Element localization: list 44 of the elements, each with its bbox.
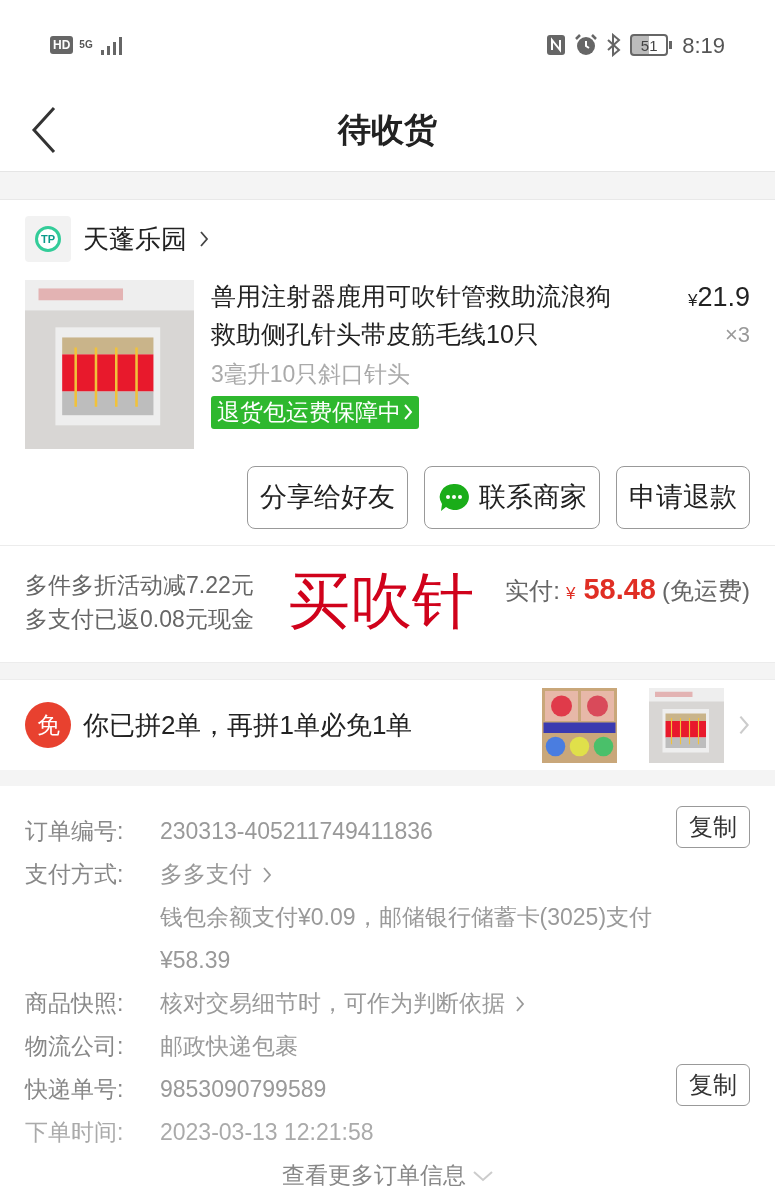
network-type: 5G (79, 40, 93, 50)
info-label: 商品快照: (25, 989, 125, 1018)
paid-label: 实付: (505, 576, 560, 606)
contact-seller-button[interactable]: 联系商家 (424, 466, 600, 529)
alarm-icon (574, 33, 599, 57)
annotation-text: 买吹针 (288, 566, 474, 636)
clock-time: 8:19 (682, 31, 725, 60)
paid-amount: ¥ 58.48 (565, 572, 656, 607)
unit-price: ¥21.9 (687, 281, 750, 314)
quantity: ×3 (723, 321, 750, 349)
nfc-icon (546, 34, 567, 56)
bluetooth-icon (606, 33, 623, 57)
chevron-right-icon (262, 865, 272, 884)
info-label: 订单编号: (25, 817, 125, 846)
info-value: 邮政快递包裹 (160, 1032, 298, 1061)
shipping-note: (免运费) (662, 576, 750, 606)
info-value: 2023-03-13 12:21:58 (160, 1118, 374, 1147)
group-buy-text[interactable]: 你已拼2单，再拼1单必免1单 (83, 705, 530, 745)
payment-detail: 钱包余额支付¥0.09，邮储银行储蓄卡(3025)支付 (160, 903, 654, 932)
copy-button[interactable]: 复制 (676, 806, 750, 848)
page-title: 待收货 (338, 109, 437, 150)
info-value: 9853090799589 (160, 1075, 327, 1104)
discount-note: 多件多折活动减7.22元 (25, 571, 254, 600)
info-label: 物流公司: (25, 1032, 125, 1061)
product-title[interactable]: 兽用注射器鹿用可吹针管救助流浪狗救助侧孔针头带皮筋毛线10只 (211, 277, 623, 353)
action-button[interactable]: 分享给好友 (247, 466, 408, 529)
chevron-right-icon (515, 994, 525, 1013)
free-order-badge: 免 (25, 702, 71, 748)
more-info-link[interactable]: 查看更多订单信息 (281, 1154, 466, 1197)
info-value: 230313-405211749411836 (160, 817, 433, 846)
shop-name[interactable]: 天蓬乐园 (83, 219, 187, 259)
product-spec: 3毫升10只斜口针头 (211, 360, 412, 389)
chevron-right-icon (738, 713, 750, 737)
info-label: 支付方式: (25, 860, 125, 889)
chevron-down-icon (471, 1169, 494, 1182)
info-label: 快递单号: (25, 1075, 125, 1104)
chevron-right-icon (199, 230, 209, 248)
discount-note: 多支付已返0.08元现金 (25, 605, 254, 634)
action-button[interactable]: 申请退款 (616, 466, 750, 529)
info-label: 下单时间: (25, 1118, 125, 1147)
payment-detail: ¥58.39 (160, 946, 232, 975)
copy-button[interactable]: 复制 (676, 1064, 750, 1106)
shop-logo: TP (25, 216, 71, 262)
hd-indicator: HD (50, 36, 74, 54)
